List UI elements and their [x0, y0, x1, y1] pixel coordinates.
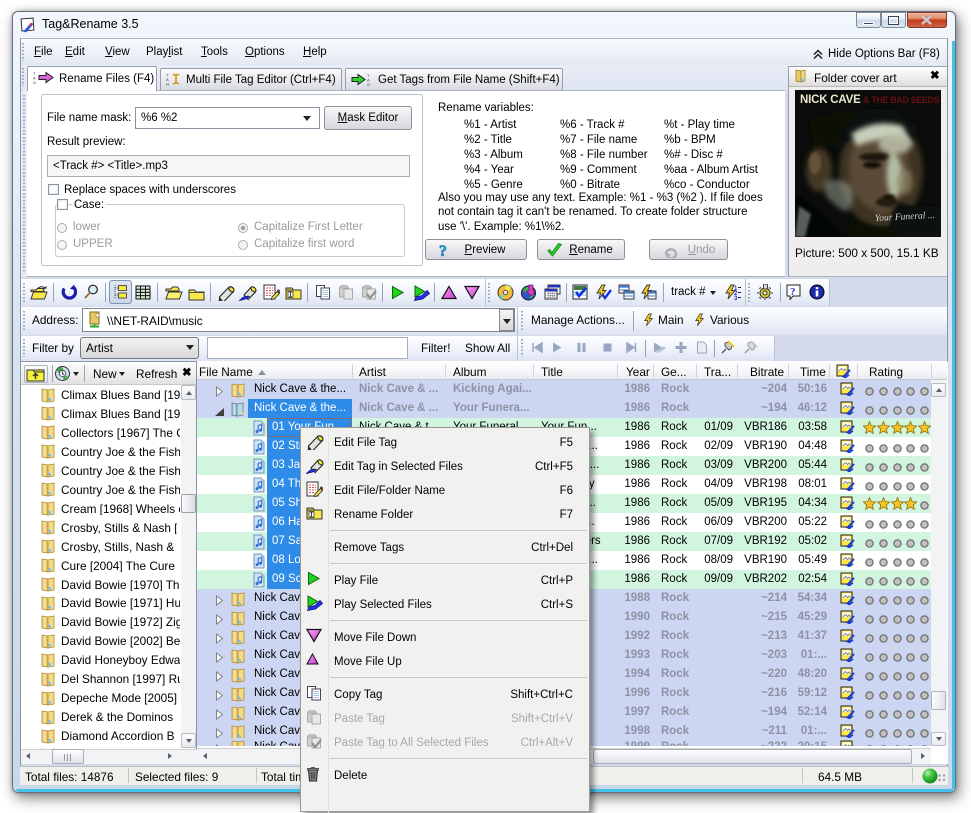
svg-text:G: G: [166, 82, 169, 87]
svg-text:NICK CAVE: NICK CAVE: [800, 94, 861, 106]
svg-text:& THE BAD SEEDS: & THE BAD SEEDS: [863, 95, 940, 105]
svg-text:?: ?: [439, 243, 447, 258]
svg-text:3: 3: [734, 296, 738, 300]
svg-text:?: ?: [790, 286, 796, 298]
svg-text:G: G: [367, 82, 370, 86]
svg-text:G: G: [33, 80, 36, 84]
